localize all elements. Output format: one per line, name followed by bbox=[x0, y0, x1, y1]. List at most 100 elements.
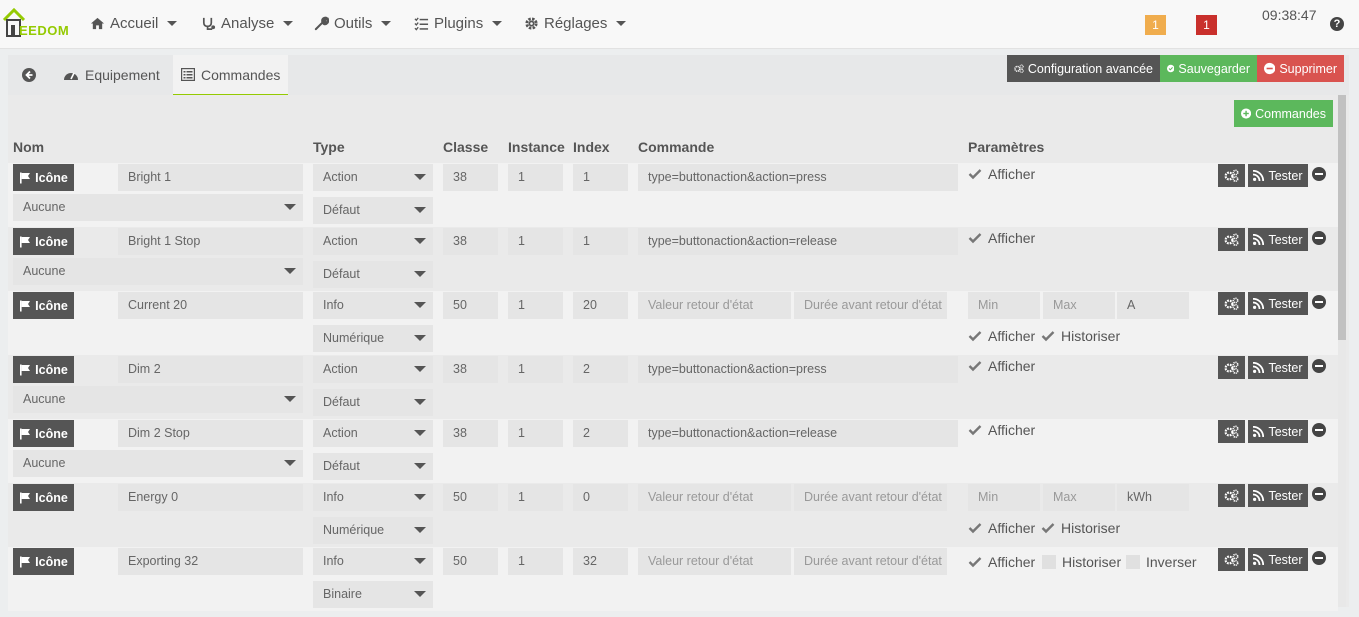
question-circle-icon[interactable]: ? bbox=[1330, 17, 1344, 31]
command-name-input[interactable]: Bright 1 Stop bbox=[118, 228, 303, 255]
classe-input[interactable]: 50 bbox=[443, 292, 498, 319]
remove-command-icon[interactable] bbox=[1312, 295, 1326, 309]
state-return-input[interactable]: Valeur retour d'état bbox=[638, 548, 791, 575]
advanced-config-button[interactable] bbox=[1218, 356, 1245, 379]
danger-badge[interactable]: 1 bbox=[1196, 15, 1217, 35]
value-select[interactable]: Aucune bbox=[13, 386, 303, 413]
max-input[interactable]: Max bbox=[1043, 484, 1115, 511]
subtype-select[interactable]: Défaut bbox=[313, 389, 433, 416]
icon-select-button[interactable]: Icône bbox=[13, 548, 74, 575]
test-button[interactable]: Tester bbox=[1248, 484, 1308, 507]
type-select[interactable]: Info bbox=[313, 484, 433, 511]
test-button[interactable]: Tester bbox=[1248, 164, 1308, 187]
type-select[interactable]: Action bbox=[313, 356, 433, 383]
state-return-delay-input[interactable]: Durée avant retour d'état bbox=[794, 292, 947, 319]
instance-input[interactable]: 1 bbox=[508, 356, 563, 383]
instance-input[interactable]: 1 bbox=[508, 228, 563, 255]
afficher-checkbox[interactable]: Afficher bbox=[968, 552, 1035, 572]
state-return-delay-input[interactable]: Durée avant retour d'état bbox=[794, 548, 947, 575]
afficher-checkbox[interactable]: Afficher bbox=[968, 518, 1035, 538]
add-commands-button[interactable]: Commandes bbox=[1234, 100, 1333, 127]
command-name-input[interactable]: Current 20 bbox=[118, 292, 303, 319]
min-input[interactable]: Min bbox=[968, 484, 1040, 511]
type-select[interactable]: Action bbox=[313, 228, 433, 255]
command-value-input[interactable]: type=buttonaction&action=release bbox=[638, 228, 958, 255]
test-button[interactable]: Tester bbox=[1248, 292, 1308, 315]
test-button[interactable]: Tester bbox=[1248, 228, 1308, 251]
state-return-delay-input[interactable]: Durée avant retour d'état bbox=[794, 484, 947, 511]
afficher-checkbox[interactable]: Afficher bbox=[968, 164, 1035, 184]
save-button[interactable]: Sauvegarder bbox=[1160, 55, 1257, 82]
afficher-checkbox[interactable]: Afficher bbox=[968, 420, 1035, 440]
historiser-checkbox[interactable]: Historiser bbox=[1041, 518, 1120, 538]
advanced-config-button[interactable] bbox=[1218, 228, 1245, 251]
icon-select-button[interactable]: Icône bbox=[13, 292, 74, 319]
subtype-select[interactable]: Binaire bbox=[313, 581, 433, 608]
icon-select-button[interactable]: Icône bbox=[13, 228, 74, 255]
type-select[interactable]: Action bbox=[313, 164, 433, 191]
afficher-checkbox[interactable]: Afficher bbox=[968, 326, 1035, 346]
remove-command-icon[interactable] bbox=[1312, 487, 1326, 501]
type-select[interactable]: Info bbox=[313, 292, 433, 319]
remove-command-icon[interactable] bbox=[1312, 359, 1326, 373]
command-name-input[interactable]: Bright 1 bbox=[118, 164, 303, 191]
value-select[interactable]: Aucune bbox=[13, 450, 303, 477]
nav-reglages[interactable]: Réglages bbox=[524, 15, 627, 32]
classe-input[interactable]: 50 bbox=[443, 548, 498, 575]
index-input[interactable]: 2 bbox=[573, 420, 628, 447]
afficher-checkbox[interactable]: Afficher bbox=[968, 228, 1035, 248]
icon-select-button[interactable]: Icône bbox=[13, 484, 74, 511]
state-return-input[interactable]: Valeur retour d'état bbox=[638, 484, 791, 511]
inverser-checkbox[interactable]: Inverser bbox=[1126, 552, 1197, 572]
nav-analyse[interactable]: Analyse bbox=[201, 15, 294, 32]
index-input[interactable]: 2 bbox=[573, 356, 628, 383]
command-value-input[interactable]: type=buttonaction&action=release bbox=[638, 420, 958, 447]
subtype-select[interactable]: Défaut bbox=[313, 261, 433, 288]
instance-input[interactable]: 1 bbox=[508, 164, 563, 191]
classe-input[interactable]: 38 bbox=[443, 420, 498, 447]
subtype-select[interactable]: Défaut bbox=[313, 453, 433, 480]
classe-input[interactable]: 38 bbox=[443, 164, 498, 191]
icon-select-button[interactable]: Icône bbox=[13, 420, 74, 447]
jeedom-logo[interactable]: EEDOM bbox=[2, 6, 72, 40]
value-select[interactable]: Aucune bbox=[13, 258, 303, 285]
remove-command-icon[interactable] bbox=[1312, 551, 1326, 565]
advanced-config-button[interactable] bbox=[1218, 420, 1245, 443]
remove-command-icon[interactable] bbox=[1312, 167, 1326, 181]
max-input[interactable]: Max bbox=[1043, 292, 1115, 319]
historiser-checkbox[interactable]: Historiser bbox=[1041, 326, 1120, 346]
index-input[interactable]: 20 bbox=[573, 292, 628, 319]
index-input[interactable]: 1 bbox=[573, 228, 628, 255]
tab-equipement[interactable]: Equipement bbox=[55, 55, 168, 95]
instance-input[interactable]: 1 bbox=[508, 548, 563, 575]
unit-input[interactable]: kWh bbox=[1117, 484, 1189, 511]
command-name-input[interactable]: Dim 2 bbox=[118, 356, 303, 383]
classe-input[interactable]: 38 bbox=[443, 228, 498, 255]
nav-accueil[interactable]: Accueil bbox=[90, 15, 178, 32]
advanced-config-button[interactable] bbox=[1218, 548, 1245, 571]
advanced-config-button[interactable]: Configuration avancée bbox=[1007, 55, 1160, 82]
historiser-checkbox[interactable]: Historiser bbox=[1042, 552, 1121, 572]
command-name-input[interactable]: Dim 2 Stop bbox=[118, 420, 303, 447]
index-input[interactable]: 32 bbox=[573, 548, 628, 575]
warning-badge[interactable]: 1 bbox=[1145, 15, 1166, 35]
index-input[interactable]: 0 bbox=[573, 484, 628, 511]
type-select[interactable]: Info bbox=[313, 548, 433, 575]
scrollbar-thumb[interactable] bbox=[1338, 95, 1346, 340]
command-name-input[interactable]: Exporting 32 bbox=[118, 548, 303, 575]
back-button[interactable] bbox=[14, 55, 44, 95]
remove-command-icon[interactable] bbox=[1312, 231, 1326, 245]
command-name-input[interactable]: Energy 0 bbox=[118, 484, 303, 511]
remove-command-icon[interactable] bbox=[1312, 423, 1326, 437]
tab-commandes[interactable]: Commandes bbox=[173, 55, 289, 95]
instance-input[interactable]: 1 bbox=[508, 292, 563, 319]
value-select[interactable]: Aucune bbox=[13, 194, 303, 221]
advanced-config-button[interactable] bbox=[1218, 164, 1245, 187]
command-value-input[interactable]: type=buttonaction&action=press bbox=[638, 356, 958, 383]
instance-input[interactable]: 1 bbox=[508, 420, 563, 447]
test-button[interactable]: Tester bbox=[1248, 548, 1308, 571]
advanced-config-button[interactable] bbox=[1218, 484, 1245, 507]
nav-outils[interactable]: Outils bbox=[314, 15, 392, 32]
classe-input[interactable]: 38 bbox=[443, 356, 498, 383]
subtype-select[interactable]: Numérique bbox=[313, 517, 433, 544]
